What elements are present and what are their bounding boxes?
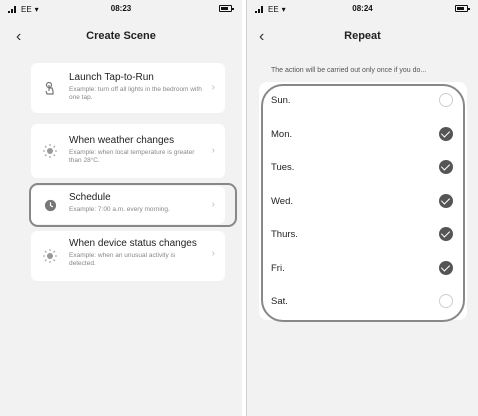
card-desc: Example: when local temperature is great… xyxy=(69,149,195,164)
card-title: Launch Tap-to-Run xyxy=(69,72,154,83)
status-time: 08:24 xyxy=(352,4,373,13)
battery-icon xyxy=(455,5,470,12)
chevron-right-icon: › xyxy=(211,145,215,156)
status-time: 08:23 xyxy=(110,4,132,13)
device-sun-icon xyxy=(41,247,59,265)
nav-bar: ‹ Create Scene xyxy=(0,26,242,48)
card-title: When weather changes xyxy=(69,135,175,146)
battery-icon xyxy=(219,5,234,12)
sun-icon xyxy=(41,142,59,160)
card-desc: Example: when an unusual activity is det… xyxy=(69,252,176,267)
repeat-screen: EE ▾ 08:24 ‹ Repeat The action will be c… xyxy=(246,0,478,416)
day-list-highlight xyxy=(261,84,465,322)
card-launch-tap-to-run[interactable]: Launch Tap-to-Run Example: turn off all … xyxy=(31,63,225,113)
status-bar: EE ▾ 08:24 xyxy=(247,0,478,18)
card-desc: Example: turn off all lights in the bedr… xyxy=(69,86,202,101)
chevron-right-icon: › xyxy=(211,82,215,93)
chevron-right-icon: › xyxy=(211,248,215,259)
card-weather-changes[interactable]: When weather changes Example: when local… xyxy=(31,124,225,178)
status-bar: EE ▾ 08:23 xyxy=(0,0,242,18)
hand-tap-icon xyxy=(41,79,59,97)
page-title: Repeat xyxy=(344,30,381,42)
card-device-status-changes[interactable]: When device status changes Example: when… xyxy=(31,231,225,281)
page-title: Create Scene xyxy=(86,30,156,42)
schedule-highlight xyxy=(29,183,237,227)
repeat-note: The action will be carried out only once… xyxy=(271,67,427,74)
nav-bar: ‹ Repeat xyxy=(247,26,478,48)
card-title: When device status changes xyxy=(69,238,197,249)
create-scene-screen: EE ▾ 08:23 ‹ Create Scene Launch Tap-to-… xyxy=(0,0,242,416)
